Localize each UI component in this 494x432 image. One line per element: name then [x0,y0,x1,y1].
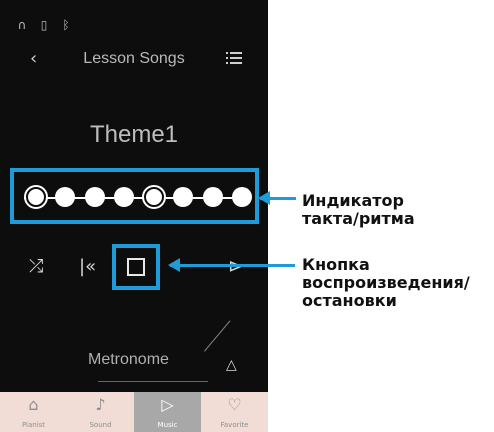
metronome-underline [98,381,208,382]
metronome-divider [204,320,231,352]
top-bar: ‹ Lesson Songs [0,48,268,74]
tab-label: Music [157,421,178,429]
headphones-icon: ∩ [17,18,27,32]
tab-music[interactable]: ▷ Music [134,392,201,432]
beat-dot [24,185,48,209]
tab-label: Sound [89,421,112,429]
beat-dot [202,187,223,207]
play-stop-callout: Кнопка воспроизведения/ остановки [302,256,470,310]
tab-pianist[interactable]: ⌂ Pianist [0,392,67,432]
callout-line: Индикатор [302,191,404,210]
beat-dot [84,187,105,207]
usb-icon: ▯ [40,18,48,32]
previous-button[interactable]: |« [79,256,96,277]
beat-dot [55,187,76,207]
phone-screen: ∩ ▯ ᛒ ‹ Lesson Songs Theme1 ⤮ |« ⊳ Metro… [0,0,268,432]
metronome-row: Metronome △ [0,320,268,382]
bluetooth-icon: ᛒ [62,18,70,32]
beat-dot [141,185,166,209]
shuffle-icon[interactable]: ⤮ [29,256,49,277]
song-title: Theme1 [89,121,179,148]
beat-indicator-callout: Индикатор такта/ритма [302,192,415,228]
callout-line: воспроизведения/ [302,273,470,292]
callout-line: такта/ритма [302,209,415,228]
music-note-icon: ♪ [95,395,106,414]
list-icon[interactable] [226,51,242,65]
tab-label: Pianist [21,421,46,429]
beat-indicator [10,168,259,224]
heart-icon: ♡ [227,395,242,414]
play-stop-button[interactable] [112,244,160,290]
bottom-tab-bar: ⌂ Pianist ♪ Sound ▷ Music ♡ Favorite [0,392,268,432]
tab-sound[interactable]: ♪ Sound [67,392,134,432]
beat-dot [114,187,135,207]
metronome-label: Metronome [88,351,169,368]
play-icon: ▷ [161,395,174,414]
status-bar: ∩ ▯ ᛒ [16,18,72,32]
tab-favorite[interactable]: ♡ Favorite [201,392,268,432]
playback-controls: ⤮ |« ⊳ [0,242,268,292]
piano-icon: ⌂ [28,395,39,414]
tab-label: Favorite [220,421,249,429]
beat-indicator-arrow [258,191,296,205]
metronome-icon[interactable]: △ [226,357,237,373]
play-stop-arrow [168,258,295,272]
beat-dot [173,187,194,207]
callout-line: Кнопка [302,255,370,274]
callout-line: остановки [302,291,397,310]
beat-dot [232,187,252,207]
stop-icon [127,258,145,276]
